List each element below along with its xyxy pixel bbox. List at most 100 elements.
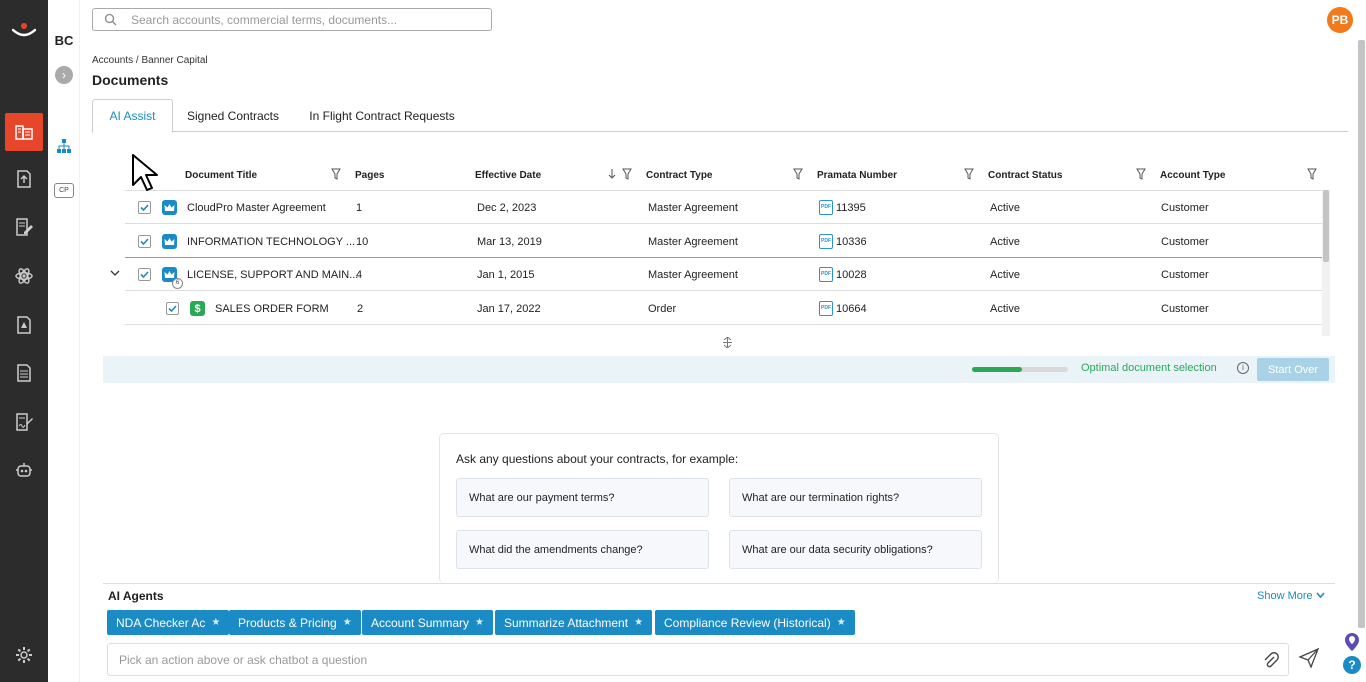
star-icon[interactable]: ★ — [211, 617, 220, 628]
user-avatar[interactable]: PB — [1327, 7, 1353, 33]
table-header: Document Title Pages Effective Date Cont… — [125, 160, 1322, 190]
global-search[interactable] — [92, 8, 492, 31]
document-title[interactable]: INFORMATION TECHNOLOGY ... — [187, 225, 355, 258]
row-checkbox[interactable] — [138, 268, 151, 281]
agent-label[interactable]: Summarize Attachment — [504, 616, 628, 630]
col-contract-status[interactable]: Contract Status — [988, 160, 1062, 190]
col-pramata-number[interactable]: Pramata Number — [817, 160, 897, 190]
star-icon[interactable]: ★ — [343, 617, 352, 628]
resize-handle-icon[interactable] — [722, 337, 733, 348]
filter-icon[interactable] — [964, 168, 974, 180]
row-checkbox[interactable] — [166, 302, 179, 315]
account-type: Customer — [1161, 302, 1209, 315]
pramata-number-value[interactable]: 10664 — [836, 303, 867, 315]
agent-chip-nda-checker[interactable]: NDA Checker Ac ★ — [107, 610, 230, 635]
example-question[interactable]: What did the amendments change? — [456, 530, 709, 569]
chat-box[interactable] — [107, 643, 1289, 676]
page-scrollbar-thumb[interactable] — [1358, 40, 1365, 628]
page-scrollbar[interactable] — [1357, 38, 1366, 628]
pramata-number[interactable]: PDF 10664 — [819, 292, 867, 325]
example-question[interactable]: What are our termination rights? — [729, 478, 982, 517]
table-row[interactable]: INFORMATION TECHNOLOGY ... 10 Mar 13, 20… — [125, 224, 1322, 258]
filter-icon[interactable] — [622, 168, 632, 180]
nav-robot-icon[interactable] — [0, 451, 48, 489]
agent-chip-account-summary[interactable]: Account Summary ★ — [362, 610, 494, 635]
nav-contract-edit-icon[interactable] — [0, 208, 48, 246]
app-window: { "sidebar": { "account_initials": "BC",… — [0, 0, 1366, 682]
agent-label[interactable]: NDA Checker Ac — [116, 616, 205, 630]
nav-atom-icon[interactable] — [0, 257, 48, 295]
star-icon[interactable]: ★ — [475, 617, 484, 628]
document-title[interactable]: CloudPro Master Agreement — [187, 191, 326, 224]
tab-signed-contracts[interactable]: Signed Contracts — [178, 99, 288, 132]
col-contract-type[interactable]: Contract Type — [646, 160, 713, 190]
pramata-number-value[interactable]: 10336 — [836, 236, 867, 248]
nav-settings-icon[interactable] — [0, 636, 48, 674]
example-question[interactable]: What are our payment terms? — [456, 478, 709, 517]
cp-badge[interactable]: CP — [54, 183, 74, 198]
col-effective-date[interactable]: Effective Date — [475, 160, 541, 190]
scrollbar-thumb[interactable] — [1323, 190, 1329, 262]
filter-icon[interactable] — [1136, 168, 1146, 180]
help-button[interactable]: ? — [1343, 656, 1361, 674]
star-icon[interactable]: ★ — [634, 617, 643, 628]
sort-desc-icon[interactable] — [607, 168, 617, 180]
document-title[interactable]: SALES ORDER FORM — [215, 292, 329, 325]
nav-upload-icon[interactable] — [0, 160, 48, 198]
agent-chip-products-pricing[interactable]: Products & Pricing ★ — [229, 610, 361, 635]
example-question[interactable]: What are our data security obligations? — [729, 530, 982, 569]
ai-agents-label: AI Agents — [108, 589, 164, 603]
show-more-link[interactable]: Show More — [1257, 590, 1325, 602]
pdf-icon: PDF — [819, 301, 833, 316]
show-more-label[interactable]: Show More — [1257, 590, 1313, 602]
location-pin-icon[interactable] — [1343, 632, 1361, 652]
pages-count: 10 — [356, 235, 369, 248]
col-document-title[interactable]: Document Title — [185, 160, 257, 190]
agent-label[interactable]: Compliance Review (Historical) — [664, 616, 831, 630]
pramata-number[interactable]: PDF 11395 — [819, 191, 866, 224]
hierarchy-icon[interactable] — [56, 138, 72, 154]
filter-icon[interactable] — [1307, 168, 1317, 180]
agent-chip-compliance-review[interactable]: Compliance Review (Historical) ★ — [655, 610, 855, 635]
start-over-button[interactable]: Start Over — [1257, 358, 1329, 381]
filter-icon[interactable] — [331, 168, 341, 180]
star-icon[interactable]: ★ — [837, 617, 846, 628]
filter-icon[interactable] — [793, 168, 803, 180]
account-type: Customer — [1161, 201, 1209, 214]
collapse-chevron-icon[interactable] — [110, 268, 120, 278]
pramata-number[interactable]: PDF 10028 — [819, 258, 867, 291]
row-checkbox[interactable] — [138, 235, 151, 248]
app-logo[interactable] — [0, 14, 48, 44]
table-row[interactable]: $ SALES ORDER FORM 2 Jan 17, 2022 Order … — [125, 291, 1322, 325]
tab-ai-assist[interactable]: AI Assist — [92, 99, 173, 133]
nav-alert-doc-icon[interactable] — [0, 306, 48, 344]
pramata-number-value[interactable]: 10028 — [836, 269, 867, 281]
pramata-number-value[interactable]: 11395 — [836, 202, 866, 214]
table-scrollbar[interactable] — [1322, 190, 1330, 336]
tab-in-flight-requests[interactable]: In Flight Contract Requests — [300, 99, 464, 132]
row-checkbox[interactable] — [138, 201, 151, 214]
col-account-type[interactable]: Account Type — [1160, 160, 1225, 190]
col-pages[interactable]: Pages — [355, 160, 384, 190]
table-row[interactable]: 6 LICENSE, SUPPORT AND MAIN... 4 Jan 1, … — [125, 257, 1322, 291]
info-icon[interactable]: i — [1237, 362, 1249, 374]
breadcrumb[interactable]: Accounts / Banner Capital — [92, 55, 208, 66]
nav-document-sign-icon[interactable] — [0, 403, 48, 441]
pdf-icon: PDF — [819, 267, 833, 282]
expand-chevron-icon[interactable]: › — [55, 66, 73, 84]
send-icon[interactable] — [1298, 647, 1320, 669]
pramata-number[interactable]: PDF 10336 — [819, 225, 867, 258]
attachment-icon[interactable] — [1262, 652, 1280, 670]
table-body: CloudPro Master Agreement 1 Dec 2, 2023 … — [125, 190, 1322, 336]
effective-date: Jan 1, 2015 — [477, 268, 535, 281]
chat-input[interactable] — [119, 652, 1219, 668]
agent-label[interactable]: Account Summary — [371, 616, 469, 630]
document-title[interactable]: LICENSE, SUPPORT AND MAIN... — [187, 258, 358, 291]
search-input[interactable] — [131, 11, 481, 28]
nav-document-icon[interactable] — [0, 354, 48, 392]
nav-accounts-icon[interactable] — [5, 113, 43, 151]
agent-label[interactable]: Products & Pricing — [238, 616, 337, 630]
table-row[interactable]: CloudPro Master Agreement 1 Dec 2, 2023 … — [125, 190, 1322, 224]
pdf-icon: PDF — [819, 200, 833, 215]
agent-chip-summarize-attachment[interactable]: Summarize Attachment ★ — [495, 610, 653, 635]
